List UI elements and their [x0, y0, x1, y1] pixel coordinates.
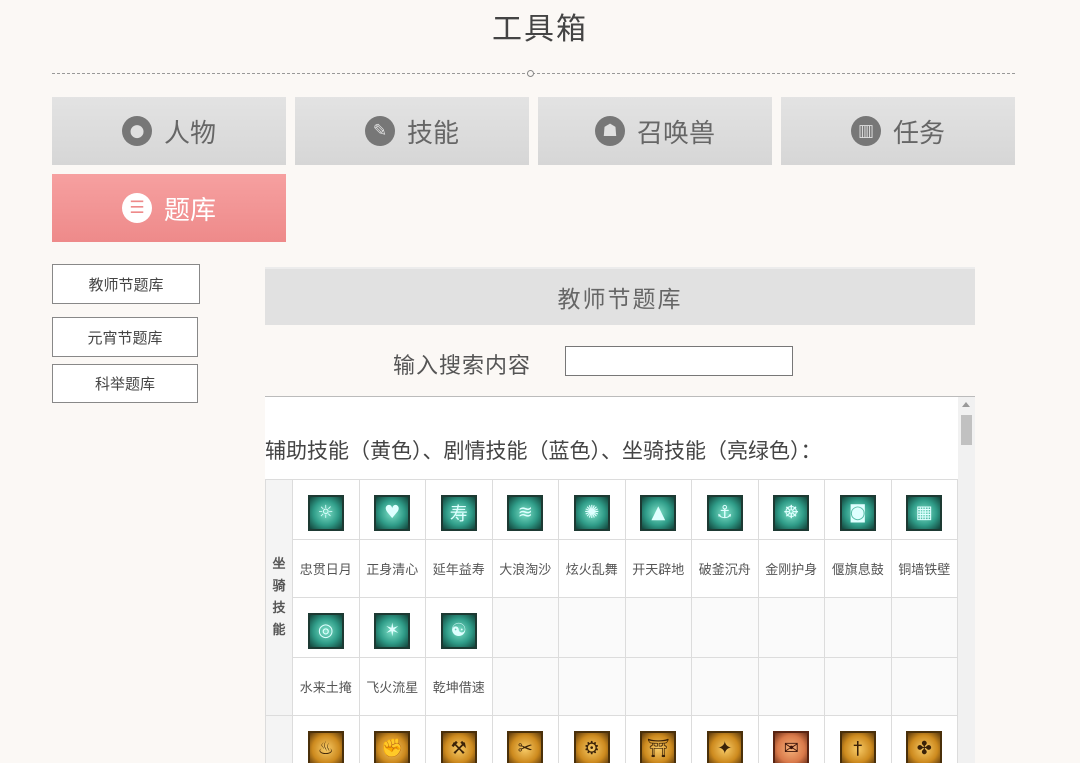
side-menu-teachers-day[interactable]: 教师节题库 — [52, 264, 200, 304]
divider-ornament — [527, 70, 534, 77]
skill-name: 偃旗息鼓 — [824, 539, 892, 598]
panel-header: 教师节题库 — [265, 267, 975, 325]
empty-cell — [558, 657, 626, 716]
person-icon: ● — [121, 116, 152, 146]
scroll-up-arrow-icon[interactable] — [962, 402, 970, 407]
skill-name: 开天辟地 — [624, 539, 692, 598]
beast-icon: ☗ — [594, 116, 625, 146]
tab-question-bank[interactable]: ☰ 题库 — [52, 174, 286, 242]
drum-icon[interactable]: ◙ — [839, 494, 876, 531]
skill-name: 金刚护身 — [757, 539, 825, 598]
crafting-icon[interactable]: ⚒ — [440, 730, 477, 763]
book-icon: ▥ — [850, 116, 881, 146]
vertical-scrollbar[interactable] — [958, 397, 975, 763]
tab-label: 技能 — [406, 118, 459, 149]
water-swirl-icon[interactable]: ◎ — [307, 612, 344, 649]
tab-label: 题库 — [163, 195, 216, 226]
empty-cell — [558, 597, 626, 658]
tab-label: 任务 — [892, 118, 945, 149]
empty-cell — [824, 657, 892, 716]
yin-yang-icon[interactable]: ☯ — [440, 612, 477, 649]
empty-cell — [624, 597, 692, 658]
quill-icon: ✎ — [364, 116, 395, 146]
category-label-support — [265, 715, 293, 763]
tab-label: 召唤兽 — [636, 118, 715, 149]
skills-table: 坐 骑 技 能 ☼ ♥ 寿 ≋ ✺ ▲ ⚓ ☸ ◙ ▦ 忠贯日月 正身清心 延年… — [265, 479, 958, 763]
side-menu-lantern-festival[interactable]: 元宵节题库 — [52, 317, 198, 357]
gate-icon[interactable]: ⛩ — [640, 730, 677, 763]
empty-cell — [491, 597, 559, 658]
empty-cell — [691, 657, 759, 716]
skill-name: 延年益寿 — [425, 539, 493, 598]
scroll-thumb[interactable] — [961, 415, 972, 445]
tab-skills[interactable]: ✎ 技能 — [295, 97, 529, 165]
heart-shield-icon[interactable]: ♥ — [374, 494, 411, 531]
scroll-icon[interactable]: ✉ — [773, 730, 810, 763]
strength-icon[interactable]: ✊ — [374, 730, 411, 763]
skill-name: 忠贯日月 — [292, 539, 360, 598]
skill-name: 正身清心 — [358, 539, 426, 598]
wave-icon[interactable]: ≋ — [507, 494, 544, 531]
empty-cell — [757, 597, 825, 658]
skill-name: 飞火流星 — [358, 657, 426, 716]
buddha-icon[interactable]: ☸ — [773, 494, 810, 531]
search-input[interactable] — [565, 346, 793, 376]
skill-name: 水来土掩 — [292, 657, 360, 716]
empty-cell — [624, 657, 692, 716]
tab-quests[interactable]: ▥ 任务 — [781, 97, 1015, 165]
scissors-icon[interactable]: ✂ — [507, 730, 544, 763]
empty-cell — [491, 657, 559, 716]
forging-icon[interactable]: ⚙ — [573, 730, 610, 763]
wall-icon[interactable]: ▦ — [906, 494, 943, 531]
flame-gear-icon[interactable]: ✺ — [573, 494, 610, 531]
empty-cell — [824, 597, 892, 658]
page-title: 工具箱 — [492, 12, 588, 47]
category-label: 坐 骑 技 能 — [265, 479, 293, 716]
cooking-icon[interactable]: ♨ — [307, 730, 344, 763]
search-label: 输入搜索内容 — [393, 354, 532, 379]
tab-label: 人物 — [163, 118, 216, 149]
sun-moon-icon[interactable]: ☼ — [307, 494, 344, 531]
empty-cell — [890, 597, 958, 658]
content-scroll-area[interactable]: 辅助技能（黄色）、剧情技能（蓝色）、坐骑技能（亮绿色）： 坐 骑 技 能 ☼ ♥… — [265, 396, 975, 763]
boat-icon[interactable]: ⚓ — [706, 494, 743, 531]
empty-cell — [890, 657, 958, 716]
empty-cell — [757, 657, 825, 716]
skill-name: 铜墙铁壁 — [890, 539, 958, 598]
skill-name: 破釜沉舟 — [691, 539, 759, 598]
tab-summon-beasts[interactable]: ☗ 召唤兽 — [538, 97, 772, 165]
skill-name: 炫火乱舞 — [558, 539, 626, 598]
list-icon: ☰ — [121, 193, 152, 223]
skill-name: 乾坤借速 — [425, 657, 493, 716]
meteor-icon[interactable]: ✶ — [374, 612, 411, 649]
section-title: 辅助技能（黄色）、剧情技能（蓝色）、坐骑技能（亮绿色）： — [265, 439, 822, 463]
empty-cell — [691, 597, 759, 658]
mountain-icon[interactable]: ▲ — [640, 494, 677, 531]
runner-icon[interactable]: ✦ — [706, 730, 743, 763]
dagger-icon[interactable]: † — [839, 730, 876, 763]
skill-name: 大浪淘沙 — [491, 539, 559, 598]
side-menu-imperial-exam[interactable]: 科举题库 — [52, 364, 198, 403]
tab-character[interactable]: ● 人物 — [52, 97, 286, 165]
longevity-icon[interactable]: 寿 — [440, 494, 477, 531]
boot-icon[interactable]: ✤ — [906, 730, 943, 763]
